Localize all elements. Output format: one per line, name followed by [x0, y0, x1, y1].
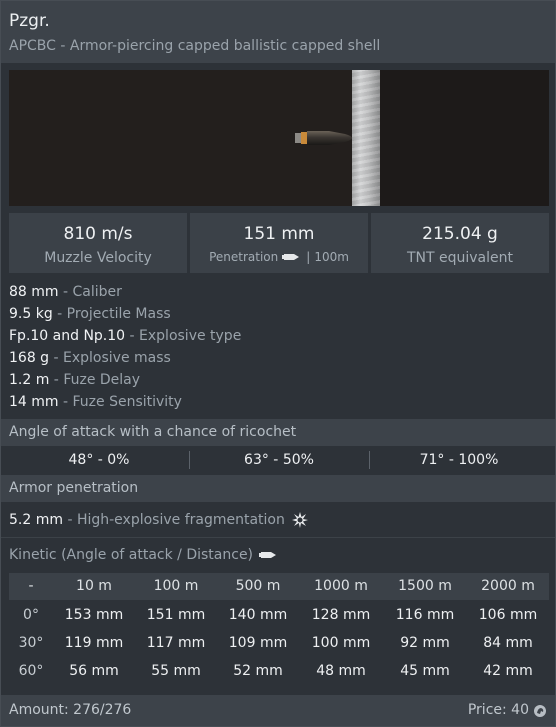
ammo-tooltip: Pzgr. APCBC - Armor-piercing capped ball… — [0, 0, 556, 727]
column-header: 10 m — [76, 578, 112, 594]
muzzle-velocity-value: 810 m/s — [63, 224, 133, 244]
muzzle-velocity-stat: 810 m/s Muzzle Velocity — [9, 213, 187, 273]
ricochet-value: 71° - 100% — [419, 452, 499, 468]
tooltip-footer: Amount: 276/276 Price: 40 — [1, 695, 555, 726]
muzzle-velocity-label: Muzzle Velocity — [44, 250, 152, 266]
shell-icon — [282, 254, 300, 260]
table-cell: 140 mm — [228, 607, 288, 623]
table-cell: 116 mm — [395, 607, 455, 623]
ammo-amount: Amount: 276/276 — [9, 702, 132, 718]
price-label: Price: 40 — [467, 702, 529, 718]
penetration-label: Penetration — [209, 250, 279, 264]
table-cell: 56 mm — [69, 663, 119, 679]
ricochet-section-header: Angle of attack with a chance of ricoche… — [1, 419, 555, 446]
property-row: 14 mm - Fuze Sensitivity — [9, 394, 182, 410]
penetration-stat: 151 mm Penetration | 100m — [190, 213, 368, 273]
tnt-equivalent-stat: 215.04 g TNT equivalent — [371, 213, 549, 273]
column-header: 2000 m — [481, 578, 535, 594]
table-cell: 106 mm — [478, 607, 538, 623]
divider — [1, 537, 555, 538]
shell-properties-list: 88 mm - Caliber 9.5 kg - Projectile Mass… — [9, 281, 241, 413]
property-row: 88 mm - Caliber — [9, 284, 122, 300]
table-cell: 84 mm — [483, 635, 533, 651]
table-cell: 100 mm — [311, 635, 371, 651]
tnt-equivalent-label: TNT equivalent — [406, 250, 514, 266]
ammo-price: Price: 40 — [468, 695, 547, 726]
shell-type: APCBC - Armor-piercing capped ballistic … — [9, 38, 381, 54]
tooltip-header: Pzgr. APCBC - Armor-piercing capped ball… — [1, 1, 555, 63]
row-angle: 30° — [18, 635, 44, 651]
table-cell: 109 mm — [228, 635, 288, 651]
table-cell: 153 mm — [64, 607, 124, 623]
property-row: Fp.10 and Np.10 - Explosive type — [9, 328, 242, 344]
shell-projectile-image — [295, 131, 352, 145]
table-cell: 52 mm — [233, 663, 283, 679]
silver-lions-icon — [534, 704, 546, 717]
armor-penetration-header: Armor penetration — [1, 475, 555, 502]
property-row: 9.5 kg - Projectile Mass — [9, 306, 171, 322]
property-row: 1.2 m - Fuze Delay — [9, 372, 141, 388]
explosion-icon — [291, 512, 308, 528]
table-cell: 128 mm — [311, 607, 371, 623]
row-angle: 60° — [18, 663, 44, 679]
column-header: 500 m — [235, 578, 281, 594]
column-header: 100 m — [153, 578, 199, 594]
kinetic-table-header: - 10 m 100 m 500 m 1000 m 1500 m 2000 m — [9, 573, 549, 600]
table-cell: 92 mm — [400, 635, 450, 651]
table-corner: - — [28, 578, 34, 594]
tnt-equivalent-value: 215.04 g — [422, 224, 498, 244]
table-cell: 151 mm — [146, 607, 206, 623]
table-cell: 117 mm — [146, 635, 206, 651]
ricochet-value: 48° - 0% — [68, 452, 130, 468]
column-header: 1000 m — [314, 578, 368, 594]
he-penetration-desc: High-explosive fragmentation — [76, 512, 285, 528]
ricochet-value: 63° - 50% — [244, 452, 314, 468]
table-cell: 119 mm — [64, 635, 124, 651]
he-penetration-value: 5.2 mm — [9, 512, 63, 528]
shell-icon — [259, 552, 277, 558]
table-cell: 48 mm — [316, 663, 366, 679]
table-cell: 42 mm — [483, 663, 533, 679]
table-cell: 55 mm — [151, 663, 201, 679]
kinetic-header: Kinetic (Angle of attack / Distance) — [9, 544, 279, 566]
he-fragmentation-row: 5.2 mm - High-explosive fragmentation — [9, 509, 309, 531]
table-cell: 45 mm — [400, 663, 450, 679]
row-angle: 0° — [23, 607, 39, 623]
penetration-distance: 100m — [314, 250, 349, 264]
shell-name: Pzgr. — [9, 11, 50, 31]
penetration-value: 151 mm — [243, 224, 315, 244]
shell-preview-image — [9, 70, 549, 206]
property-row: 168 g - Explosive mass — [9, 350, 171, 366]
column-header: 1500 m — [398, 578, 452, 594]
